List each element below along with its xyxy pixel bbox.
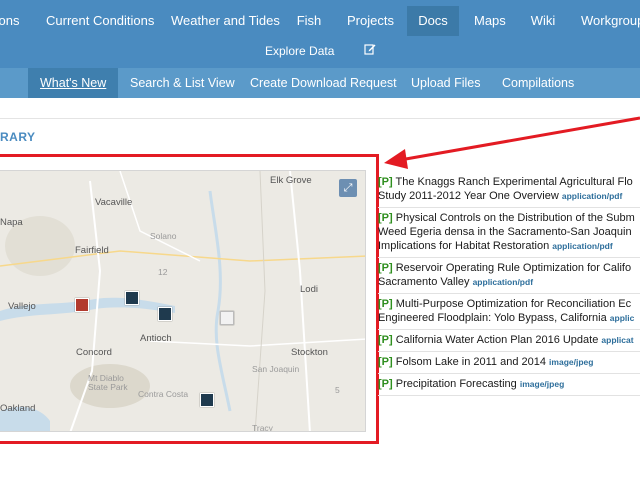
document-title-cont[interactable]: Weed Egeria densa in the Sacramento-San …	[378, 226, 632, 238]
document-title[interactable]: Precipitation Forecasting	[396, 378, 517, 390]
document-tag: [P]	[378, 334, 393, 346]
document-mime: image/jpeg	[549, 357, 594, 367]
document-title[interactable]: Folsom Lake in 2011 and 2014	[396, 356, 546, 368]
document-title-cont[interactable]: Study 2011-2012 Year One Overview	[378, 190, 559, 202]
document-tag: [P]	[378, 262, 393, 274]
document-mime: applicat	[601, 335, 634, 345]
document-title[interactable]: Multi-Purpose Optimization for Reconcili…	[396, 298, 631, 310]
document-title[interactable]: Physical Controls on the Distribution of…	[396, 212, 635, 224]
document-title-cont[interactable]: Implications for Habitat Restoration	[378, 240, 549, 252]
document-tag: [P]	[378, 212, 393, 224]
document-title[interactable]: Reservoir Operating Rule Optimization fo…	[396, 262, 631, 274]
list-item[interactable]: [P] Multi-Purpose Optimization for Recon…	[378, 294, 640, 330]
document-tag: [P]	[378, 356, 393, 368]
document-list: [P] The Knaggs Ranch Experimental Agricu…	[378, 172, 640, 396]
document-mime: image/jpeg	[519, 379, 565, 389]
list-item[interactable]: [P] The Knaggs Ranch Experimental Agricu…	[378, 172, 640, 208]
document-title-cont[interactable]: Sacramento Valley	[378, 276, 470, 288]
list-item[interactable]: [P] Reservoir Operating Rule Optimizatio…	[378, 258, 640, 294]
document-mime: application/pdf	[472, 277, 534, 287]
document-title[interactable]: The Knaggs Ranch Experimental Agricultur…	[396, 176, 633, 188]
document-mime: application/pdf	[552, 241, 613, 251]
list-item[interactable]: [P] Precipitation Forecasting image/jpeg	[378, 374, 640, 396]
document-tag: [P]	[378, 298, 393, 310]
list-item[interactable]: [P] Physical Controls on the Distributio…	[378, 208, 640, 258]
list-item[interactable]: [P] Folsom Lake in 2011 and 2014 image/j…	[378, 352, 640, 374]
document-tag: [P]	[378, 378, 393, 390]
document-tag: [P]	[378, 176, 393, 188]
document-title-cont[interactable]: Engineered Floodplain: Yolo Bypass, Cali…	[378, 312, 607, 324]
document-mime: application/pdf	[561, 191, 623, 201]
document-title[interactable]: California Water Action Plan 2016 Update	[396, 334, 599, 346]
list-item[interactable]: [P] California Water Action Plan 2016 Up…	[378, 330, 640, 352]
document-mime: applic	[609, 313, 635, 323]
